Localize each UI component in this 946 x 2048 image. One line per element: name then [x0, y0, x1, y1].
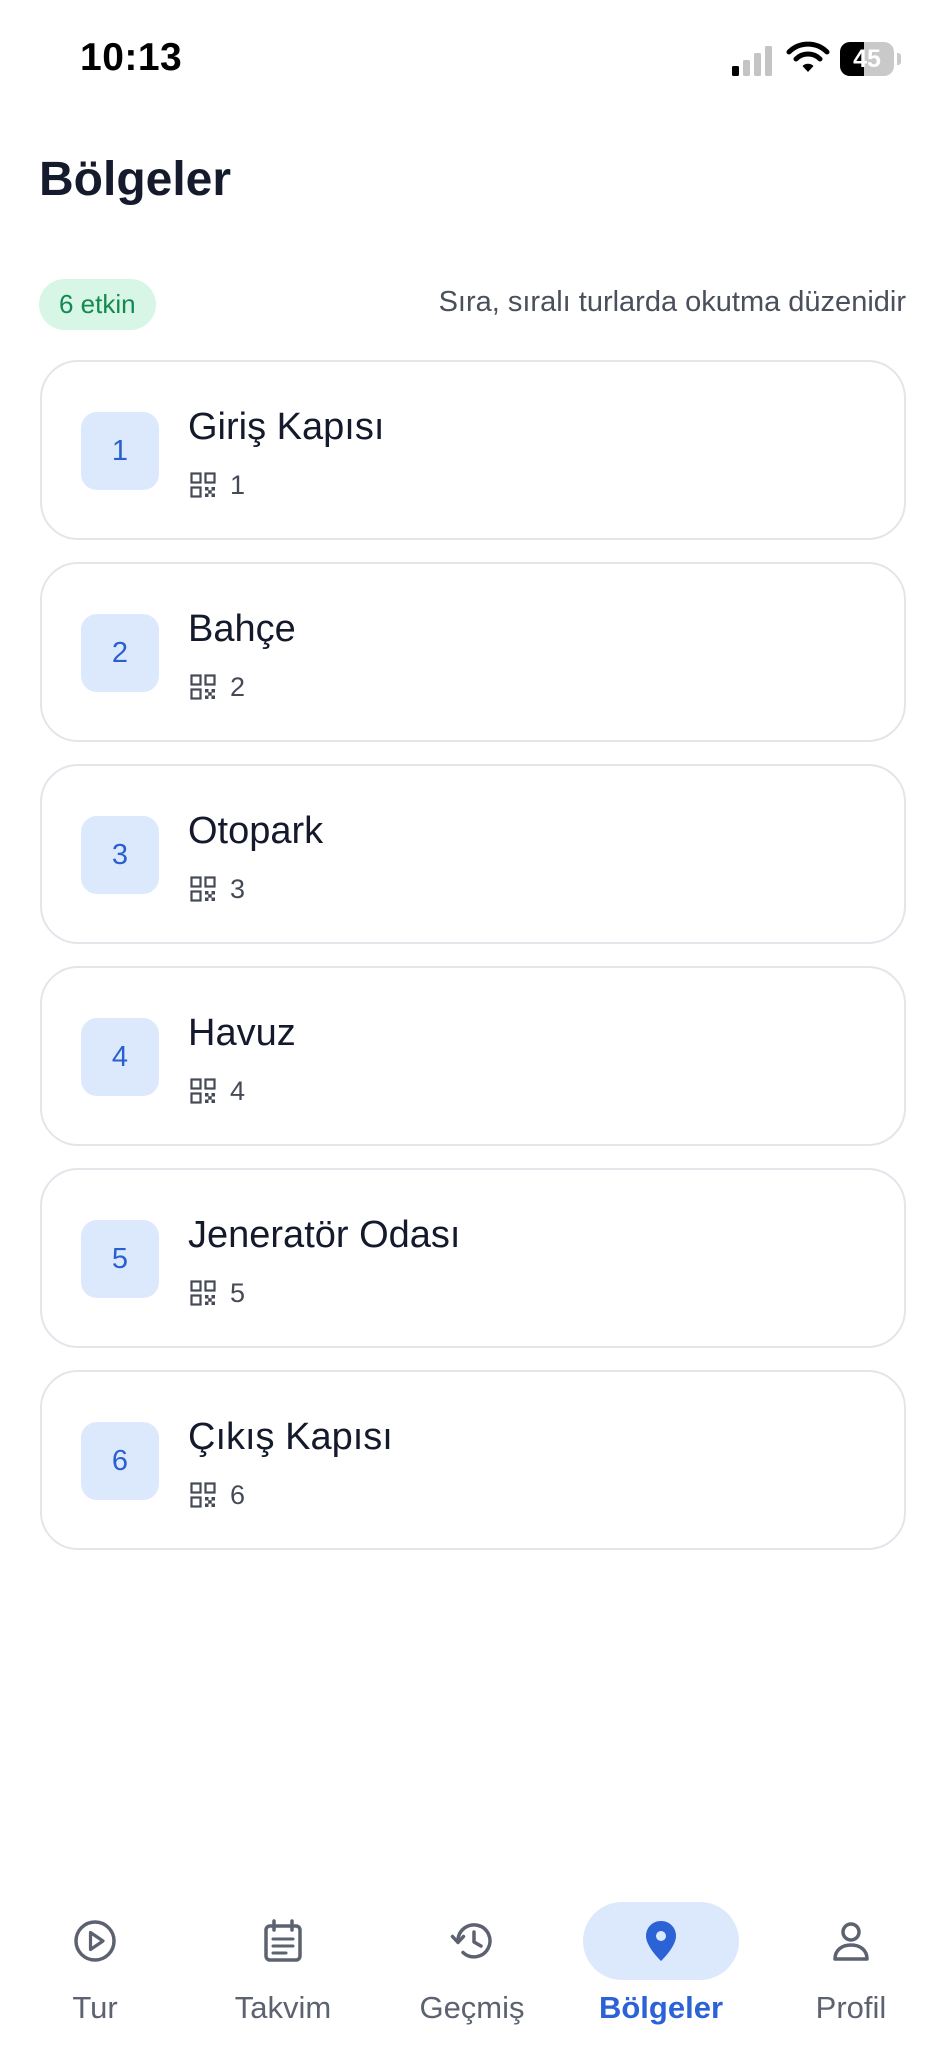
zone-name: Havuz: [188, 1012, 296, 1054]
battery-cap: [897, 53, 901, 65]
zone-list: 1 Giriş Kapısı 1 2 Bahçe 2 3 Otopark 3 4…: [40, 360, 906, 1572]
qr-code-icon: [190, 674, 216, 700]
page-title: Bölgeler: [39, 153, 232, 206]
zone-order-number: 1: [81, 412, 159, 490]
zone-qr-count: 6: [230, 1479, 246, 1510]
zone-qr-info: 1: [190, 470, 245, 500]
zone-name: Giriş Kapısı: [188, 406, 385, 448]
qr-code-icon: [190, 876, 216, 902]
zone-qr-info: 2: [190, 672, 245, 702]
zone-qr-info: 3: [190, 874, 245, 904]
zone-order-number: 3: [81, 816, 159, 894]
zone-name: Otopark: [188, 810, 324, 852]
zone-qr-count: 4: [230, 1075, 246, 1106]
zone-order-number: 6: [81, 1422, 159, 1500]
qr-code-icon: [190, 1078, 216, 1104]
zone-card[interactable]: 4 Havuz 4: [40, 966, 906, 1146]
nav-item-gecmis[interactable]: Geçmiş: [377, 1880, 567, 2048]
qr-code-icon: [190, 1482, 216, 1508]
zone-name: Bahçe: [188, 608, 296, 650]
nav-item-tur[interactable]: Tur: [0, 1880, 190, 2048]
zone-qr-info: 6: [190, 1480, 245, 1510]
zone-card[interactable]: 2 Bahçe 2: [40, 562, 906, 742]
nav-item-bolgeler[interactable]: Bölgeler: [566, 1880, 756, 2048]
nav-label-bolgeler: Bölgeler: [598, 1990, 724, 2025]
nav-item-takvim[interactable]: Takvim: [188, 1880, 378, 2048]
qr-code-icon: [190, 472, 216, 498]
nav-label-takvim: Takvim: [234, 1990, 332, 2025]
zone-card[interactable]: 5 Jeneratör Odası 5: [40, 1168, 906, 1348]
person-icon: [833, 1922, 869, 1961]
battery-body: 45: [840, 42, 894, 76]
bottom-nav: Tur Takvim Geçmiş Bölgeler Profil: [0, 1880, 946, 2048]
nav-label-gecmis: Geçmiş: [419, 1990, 525, 2025]
zone-qr-count: 3: [230, 873, 246, 904]
status-time: 10:13: [80, 36, 183, 79]
calendar-icon: [264, 1919, 302, 1962]
order-hint-text: Sıra, sıralı turlarda okutma düzenidir: [438, 286, 906, 318]
zone-card[interactable]: 3 Otopark 3: [40, 764, 906, 944]
play-circle-icon: [74, 1920, 116, 1962]
zone-order-number: 5: [81, 1220, 159, 1298]
qr-code-icon: [190, 1280, 216, 1306]
status-bar: 10:13 45: [0, 0, 946, 120]
cellular-signal-icon: [732, 46, 772, 76]
battery-percent: 45: [853, 45, 881, 73]
zone-qr-info: 4: [190, 1076, 245, 1106]
nav-label-profil: Profil: [815, 1990, 887, 2025]
active-count-badge: 6 etkin: [39, 279, 156, 330]
battery-indicator: 45: [840, 42, 901, 76]
nav-label-tur: Tur: [72, 1990, 118, 2025]
zone-name: Çıkış Kapısı: [188, 1416, 393, 1458]
zone-qr-count: 1: [230, 469, 246, 500]
zone-qr-count: 2: [230, 671, 246, 702]
zone-order-number: 2: [81, 614, 159, 692]
zone-card[interactable]: 1 Giriş Kapısı 1: [40, 360, 906, 540]
zone-name: Jeneratör Odası: [188, 1214, 461, 1256]
wifi-icon: [786, 41, 830, 72]
zone-order-number: 4: [81, 1018, 159, 1096]
zone-qr-info: 5: [190, 1278, 245, 1308]
location-pin-icon: [646, 1921, 676, 1961]
zone-qr-count: 5: [230, 1277, 246, 1308]
nav-item-profil[interactable]: Profil: [756, 1880, 946, 2048]
zone-card[interactable]: 6 Çıkış Kapısı 6: [40, 1370, 906, 1550]
history-icon: [450, 1923, 492, 1959]
